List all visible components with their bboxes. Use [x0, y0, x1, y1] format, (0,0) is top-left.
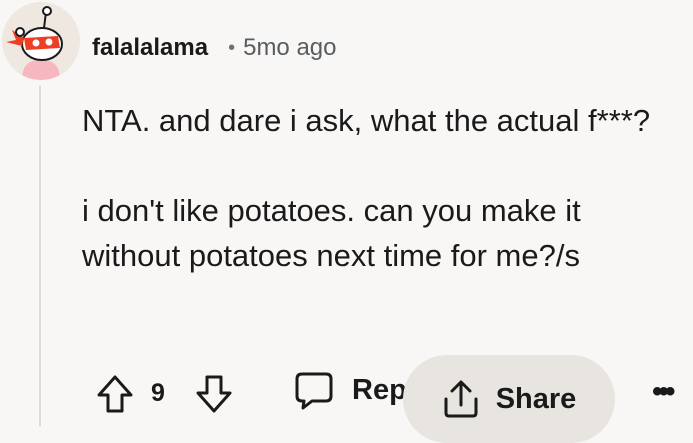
snoo-avatar-icon	[2, 2, 80, 80]
username[interactable]: falalalama	[92, 34, 208, 62]
upvote-button[interactable]	[96, 374, 134, 414]
arrow-up-icon	[96, 374, 134, 414]
share-button[interactable]: Share	[403, 355, 615, 443]
comment-meta: falalalama • 5mo ago	[92, 28, 337, 68]
avatar[interactable]	[2, 2, 80, 80]
timestamp: 5mo ago	[243, 34, 337, 61]
comment-body: NTA. and dare i ask, what the actual f**…	[82, 98, 682, 278]
more-options-button[interactable]: •••	[652, 377, 675, 407]
share-label: Share	[495, 382, 577, 415]
arrow-down-icon	[195, 374, 233, 414]
share-icon	[442, 379, 480, 419]
downvote-button[interactable]	[195, 374, 233, 414]
comment-bubble-icon	[294, 370, 334, 410]
vote-score: 9	[151, 379, 165, 407]
meta-separator: •	[228, 36, 236, 59]
comment-paragraph: NTA. and dare i ask, what the actual f**…	[82, 103, 651, 138]
reply-label: Reply	[352, 373, 410, 406]
comment-paragraph: i don't like potatoes. can you make it w…	[82, 193, 581, 273]
comment-actions: 9 Reply Share •••	[0, 352, 693, 443]
reply-button[interactable]: Reply	[294, 370, 410, 410]
